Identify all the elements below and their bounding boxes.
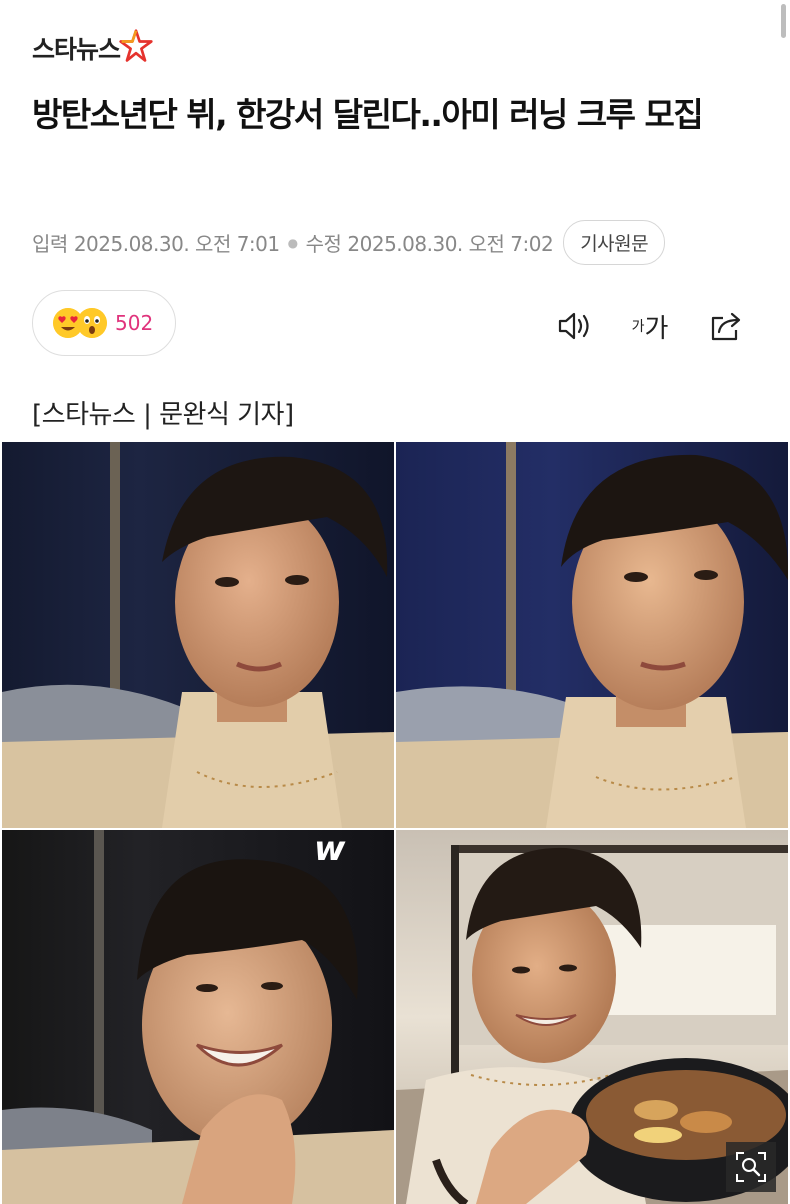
article-title: 방탄소년단 뷔, 한강서 달린다..아미 러닝 크루 모집 (32, 95, 704, 134)
edit-date: 2025.08.30. 오전 7:02 (347, 232, 554, 256)
site-logo[interactable]: 스타뉴스 (32, 29, 154, 66)
star-logo-icon (119, 29, 153, 62)
font-large-label: 가 (644, 313, 669, 344)
audio-button[interactable] (554, 306, 594, 346)
logo-text: 스타뉴스 (32, 35, 121, 64)
photo-tile-2 (396, 442, 788, 828)
speaker-icon (558, 312, 589, 340)
share-button[interactable] (706, 306, 746, 346)
surprised-emoji-icon (77, 308, 107, 338)
font-small-label: 가 (631, 319, 645, 335)
input-label: 입력 (32, 232, 68, 256)
photo-tile-3: w (2, 830, 394, 1204)
edit-label: 수정 (305, 232, 342, 256)
original-article-button[interactable]: 기사원문 (563, 220, 666, 265)
scrollbar[interactable] (781, 4, 786, 38)
zoom-button[interactable] (726, 1142, 776, 1192)
article-byline: [스타뉴스 | 문완식 기자] (32, 400, 294, 430)
meta-separator: ● (287, 235, 298, 250)
font-size-button[interactable]: 가가 (630, 306, 670, 346)
reaction-button[interactable]: 502 (32, 290, 176, 356)
article-toolbar: 가가 (518, 306, 746, 346)
article-meta: 입력 2025.08.30. 오전 7:01 ● 수정 2025.08.30. … (32, 220, 666, 265)
share-icon (711, 312, 741, 341)
photo-tile-1 (2, 442, 394, 828)
reaction-count: 502 (115, 311, 154, 335)
zoom-icon (736, 1152, 766, 1182)
photo-sticker: w (314, 830, 346, 869)
article-photo[interactable]: w (0, 442, 790, 1204)
input-date: 2025.08.30. 오전 7:01 (73, 232, 280, 256)
